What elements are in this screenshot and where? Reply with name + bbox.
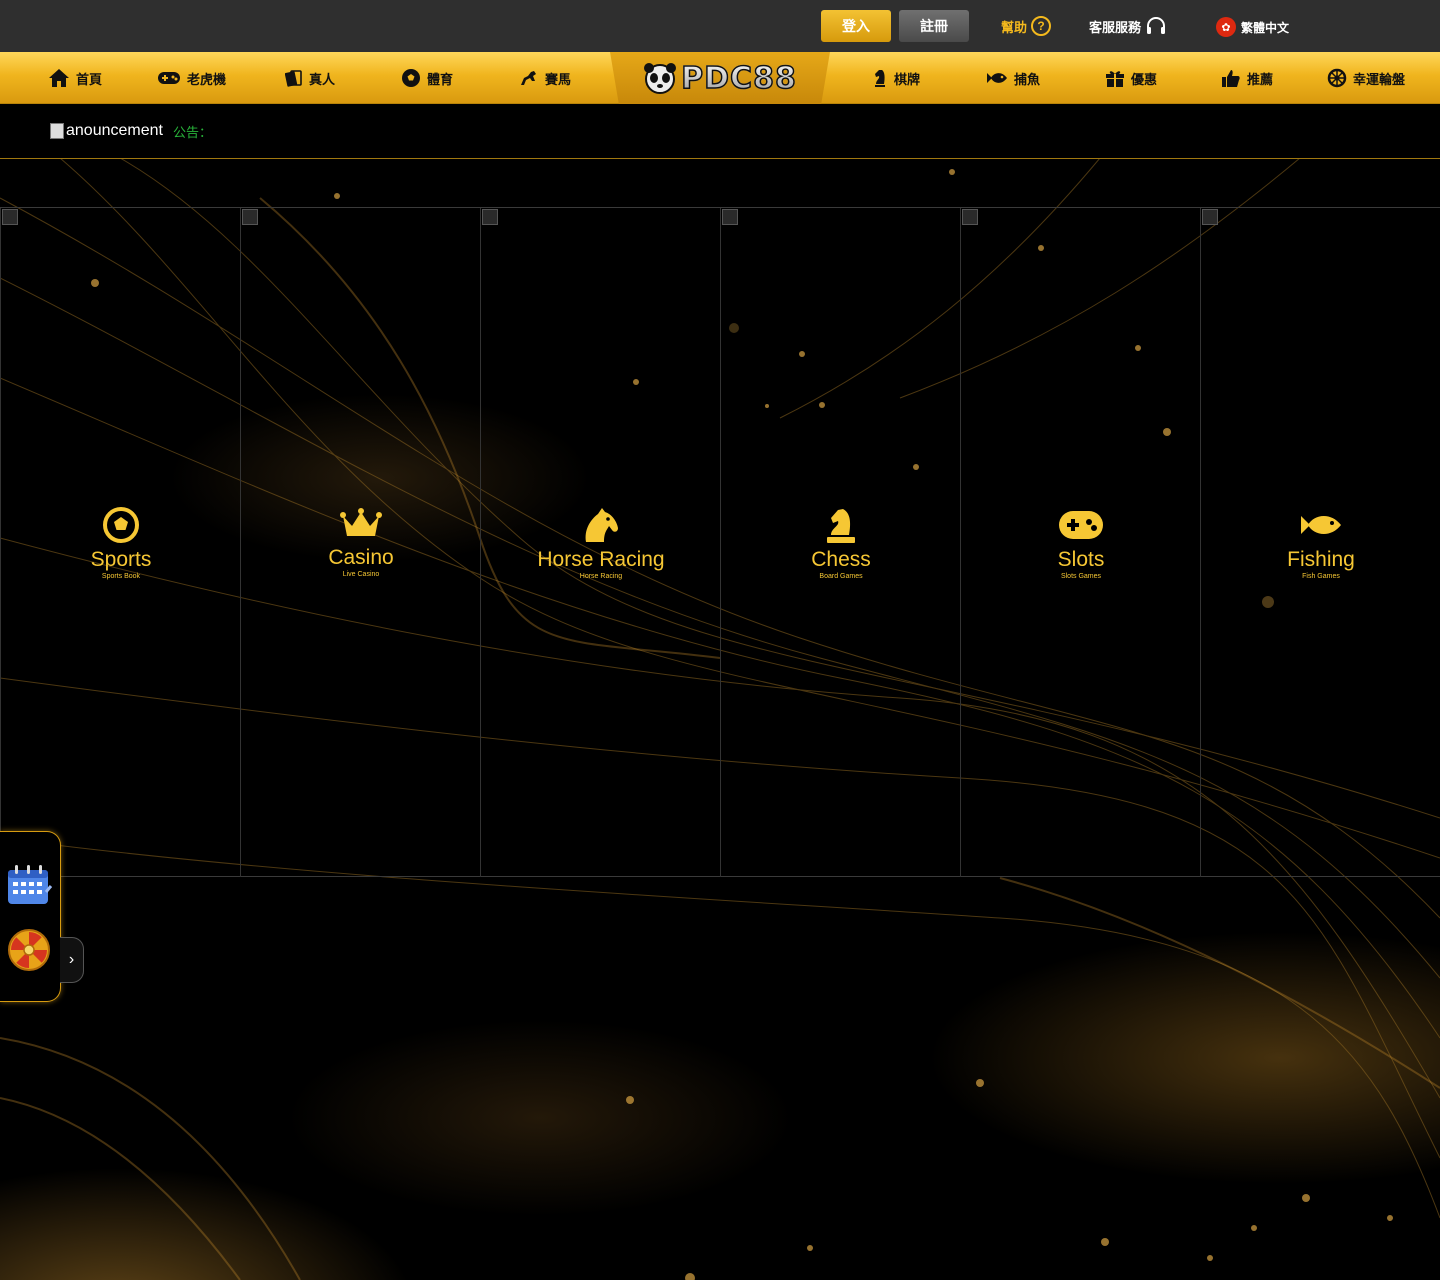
category-title: Sports	[90, 548, 152, 571]
announcement-bar: anouncement	[0, 104, 1440, 159]
register-button[interactable]: 註冊	[899, 10, 969, 42]
category-subtitle: Board Games	[819, 573, 863, 580]
category-tile-slots[interactable]: Slots Slots Games	[960, 208, 1200, 877]
nav-label: 老虎機	[187, 71, 227, 87]
category-title: Slots	[1057, 548, 1105, 571]
soccer-ball-icon	[103, 507, 139, 543]
broken-image-icon	[50, 123, 64, 139]
broken-image-icon	[1202, 209, 1218, 225]
category-title: Casino	[328, 546, 394, 569]
category-subtitle: Slots Games	[1060, 573, 1102, 580]
category-subtitle: Sports Book	[101, 573, 141, 580]
support-label: 客服服務	[1089, 19, 1142, 35]
crown-icon	[340, 508, 382, 536]
broken-image-icon	[722, 209, 738, 225]
category-title: Horse Racing	[537, 548, 665, 571]
nav-label: 體育	[427, 71, 454, 87]
horse-icon	[521, 71, 536, 85]
language-selector[interactable]: ✿ 繁體中文	[1216, 16, 1289, 38]
category-subtitle: Fish Games	[1302, 573, 1340, 580]
thumbs-up-icon	[1222, 70, 1240, 87]
category-title: Chess	[811, 548, 871, 571]
gamepad-icon	[1059, 511, 1103, 539]
announcement-image-alt: anouncement	[66, 122, 163, 139]
nav-item-horse-racing[interactable]: 賽馬	[519, 52, 572, 103]
announcement-label: 公告：	[173, 125, 213, 140]
fish-icon	[987, 73, 1007, 83]
nav-label: 首頁	[76, 71, 103, 87]
category-tile-chess[interactable]: Chess Board Games	[720, 208, 960, 877]
broken-image-icon	[962, 209, 978, 225]
cards-icon	[285, 70, 302, 87]
category-tile-sports[interactable]: Sports Sports Book	[0, 208, 240, 877]
category-subtitle: Horse Racing	[579, 573, 623, 580]
question-icon: ?	[1031, 16, 1052, 36]
nav-item-referral[interactable]: 推薦	[1221, 52, 1274, 103]
wheel-icon	[1327, 68, 1347, 88]
nav-item-sports[interactable]: 體育	[401, 52, 454, 103]
nav-item-slots[interactable]: 老虎機	[157, 52, 227, 103]
lucky-wheel-icon[interactable]	[7, 928, 51, 972]
nav-label: 捕魚	[1014, 71, 1041, 87]
panda-logo-icon	[644, 63, 677, 94]
nav-item-chess[interactable]: 棋牌	[872, 52, 921, 103]
chess-knight-icon	[875, 70, 885, 87]
nav-item-live-casino[interactable]: 真人	[285, 52, 336, 103]
home-icon	[49, 69, 69, 87]
site-logo[interactable]: PDC88	[610, 52, 830, 104]
category-tile-casino[interactable]: Casino Live Casino	[240, 208, 480, 877]
broken-image-icon	[2, 209, 18, 225]
customer-service-link[interactable]: 客服服務	[1089, 15, 1167, 37]
nav-label: 棋牌	[894, 71, 921, 87]
language-label: 繁體中文	[1241, 20, 1290, 35]
announcement-image: anouncement	[50, 122, 163, 140]
broken-image-icon	[482, 209, 498, 225]
nav-label: 幸運輪盤	[1353, 71, 1406, 87]
horse-head-icon	[585, 508, 618, 542]
category-title: Fishing	[1287, 548, 1355, 571]
nav-label: 優惠	[1131, 71, 1158, 87]
nav-item-promotions[interactable]: 優惠	[1105, 52, 1158, 103]
broken-image-icon	[242, 209, 258, 225]
side-panel-toggle[interactable]: ›	[60, 937, 84, 983]
nav-label: 推薦	[1247, 71, 1274, 87]
gamepad-icon	[158, 72, 180, 84]
headset-icon	[1147, 17, 1166, 34]
fish-icon	[1301, 515, 1341, 535]
help-link[interactable]: 幫助 ?	[1001, 15, 1052, 37]
category-tile-fishing[interactable]: Fishing Fish Games	[1200, 208, 1440, 877]
hong-kong-flag-icon: ✿	[1216, 17, 1236, 37]
soccer-ball-icon	[402, 69, 420, 87]
nav-item-home[interactable]: 首頁	[48, 52, 103, 103]
top-bar: 登入 註冊 幫助 ? 客服服務 ✿ 繁體中文	[0, 0, 1440, 52]
chess-knight-icon	[827, 509, 855, 543]
nav-label: 真人	[309, 71, 336, 87]
nav-item-fishing[interactable]: 捕魚	[986, 52, 1041, 103]
logo-text: PDC88	[680, 60, 797, 97]
login-button[interactable]: 登入	[821, 10, 891, 42]
gift-icon	[1106, 71, 1124, 87]
help-label: 幫助	[1001, 19, 1028, 35]
game-category-grid: Sports Sports Book Casino Live Casino Ho…	[0, 207, 1440, 877]
calendar-icon[interactable]	[6, 864, 52, 906]
nav-item-lucky-wheel[interactable]: 幸運輪盤	[1327, 52, 1406, 103]
category-tile-horse-racing[interactable]: Horse Racing Horse Racing	[480, 208, 720, 877]
nav-label: 賽馬	[545, 71, 572, 87]
floating-side-panel	[0, 831, 61, 1002]
category-subtitle: Live Casino	[342, 571, 380, 578]
